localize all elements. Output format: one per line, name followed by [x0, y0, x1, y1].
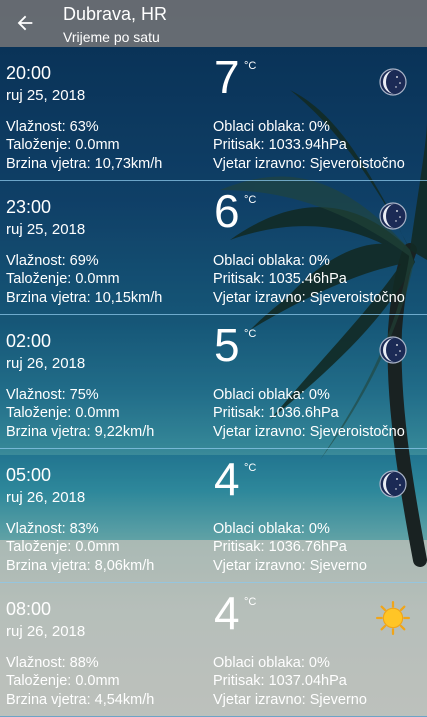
forecast-row[interactable]: 20:00 ruj 25, 2018 7 °C Vlažnost: 63% Ta…: [0, 47, 427, 181]
temperature-unit: °C: [244, 462, 257, 474]
temperature: 4: [214, 587, 240, 639]
hourly-forecast-list: 20:00 ruj 25, 2018 7 °C Vlažnost: 63% Ta…: [0, 47, 427, 717]
app-bar: Dubrava, HR Vrijeme po satu: [0, 0, 427, 47]
moon-icon: [379, 470, 407, 498]
cloud-cover: Oblaci oblaka: 0%: [213, 655, 330, 671]
forecast-row[interactable]: 05:00 ruj 26, 2018 4 °C Vlažnost: 83% Ta…: [0, 449, 427, 583]
wind-speed: Brzina vjetra: 10,73km/h: [6, 156, 163, 172]
pressure: Pritisak: 1037.04hPa: [213, 673, 347, 689]
wind-direction: Vjetar izravno: Sjeveroistočno: [213, 424, 405, 440]
humidity: Vlažnost: 88%: [6, 655, 99, 671]
forecast-date: ruj 26, 2018: [6, 355, 86, 372]
page-title: Dubrava, HR: [63, 4, 168, 24]
wind-speed: Brzina vjetra: 10,15km/h: [6, 290, 163, 306]
wind-direction: Vjetar izravno: Sjeverno: [213, 558, 367, 574]
page-subtitle: Vrijeme po satu: [63, 29, 160, 45]
forecast-time: 08:00: [6, 599, 52, 619]
wind-direction: Vjetar izravno: Sjeveroistočno: [213, 156, 405, 172]
moon-icon: [379, 202, 407, 230]
precipitation: Taloženje: 0.0mm: [6, 539, 120, 555]
forecast-time: 20:00: [6, 63, 52, 83]
precipitation: Taloženje: 0.0mm: [6, 405, 120, 421]
forecast-time: 05:00: [6, 465, 52, 485]
precipitation: Taloženje: 0.0mm: [6, 673, 120, 689]
forecast-time: 23:00: [6, 197, 52, 217]
temperature: 5: [214, 319, 240, 371]
cloud-cover: Oblaci oblaka: 0%: [213, 253, 330, 269]
temperature-unit: °C: [244, 328, 257, 340]
forecast-date: ruj 25, 2018: [6, 87, 86, 104]
temperature-unit: °C: [244, 194, 257, 206]
cloud-cover: Oblaci oblaka: 0%: [213, 119, 330, 135]
humidity: Vlažnost: 63%: [6, 119, 99, 135]
arrow-left-icon[interactable]: [14, 12, 36, 34]
pressure: Pritisak: 1033.94hPa: [213, 137, 347, 153]
wind-speed: Brzina vjetra: 8,06km/h: [6, 558, 155, 574]
sun-icon: [376, 601, 410, 635]
precipitation: Taloženje: 0.0mm: [6, 271, 120, 287]
forecast-date: ruj 26, 2018: [6, 623, 86, 640]
temperature: 6: [214, 185, 240, 237]
temperature-unit: °C: [244, 596, 257, 608]
wind-direction: Vjetar izravno: Sjeverno: [213, 692, 367, 708]
humidity: Vlažnost: 83%: [6, 521, 99, 537]
cloud-cover: Oblaci oblaka: 0%: [213, 387, 330, 403]
forecast-row[interactable]: 23:00 ruj 25, 2018 6 °C Vlažnost: 69% Ta…: [0, 181, 427, 315]
forecast-row[interactable]: 02:00 ruj 26, 2018 5 °C Vlažnost: 75% Ta…: [0, 315, 427, 449]
precipitation: Taloženje: 0.0mm: [6, 137, 120, 153]
temperature-unit: °C: [244, 60, 257, 72]
pressure: Pritisak: 1035.46hPa: [213, 271, 347, 287]
forecast-date: ruj 26, 2018: [6, 489, 86, 506]
pressure: Pritisak: 1036.6hPa: [213, 405, 339, 421]
forecast-row[interactable]: 08:00 ruj 26, 2018 4 °C Vlažnost: 88% Ta…: [0, 583, 427, 717]
humidity: Vlažnost: 69%: [6, 253, 99, 269]
forecast-time: 02:00: [6, 331, 52, 351]
wind-speed: Brzina vjetra: 9,22km/h: [6, 424, 155, 440]
moon-icon: [379, 68, 407, 96]
humidity: Vlažnost: 75%: [6, 387, 99, 403]
cloud-cover: Oblaci oblaka: 0%: [213, 521, 330, 537]
temperature: 4: [214, 453, 240, 505]
forecast-date: ruj 25, 2018: [6, 221, 86, 238]
wind-speed: Brzina vjetra: 4,54km/h: [6, 692, 155, 708]
wind-direction: Vjetar izravno: Sjeveroistočno: [213, 290, 405, 306]
moon-icon: [379, 336, 407, 364]
temperature: 7: [214, 51, 240, 103]
pressure: Pritisak: 1036.76hPa: [213, 539, 347, 555]
